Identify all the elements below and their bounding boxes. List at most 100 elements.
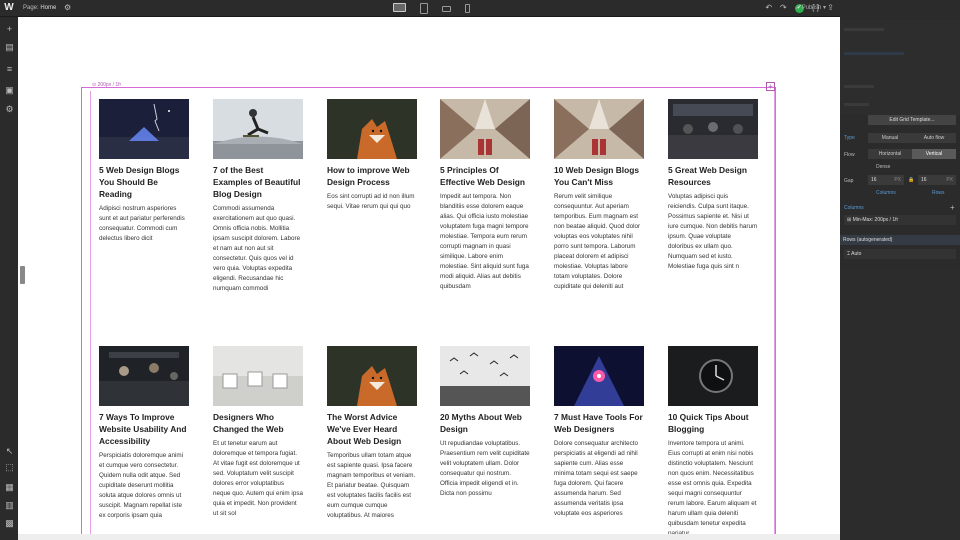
blog-card-excerpt: Impedit aut tempora. Non blanditiis esse… <box>440 193 529 290</box>
blog-card-excerpt: Voluptas adipisci quis reiciendis. Culpa… <box>668 193 758 270</box>
cms-icon[interactable]: ≡ <box>5 65 14 74</box>
columns-heading: Columns <box>844 205 864 211</box>
dense-option[interactable]: Dense <box>876 164 890 170</box>
publish-label: Publish <box>801 5 822 11</box>
panel-faded-section <box>840 20 960 115</box>
blog-card-excerpt: Eos sint corrupti ad id non illum sequi.… <box>327 193 415 210</box>
type-autoflow-option[interactable]: Auto flow <box>912 133 956 143</box>
rows-heading: Rows (autogenerated) <box>840 235 960 245</box>
blog-card[interactable]: How to improve Web Design Process Eos sin… <box>327 99 417 212</box>
blog-card-title[interactable]: 7 Must Have Tools For Web Designers <box>554 411 644 435</box>
gap-lock-icon[interactable]: 🔒 <box>908 177 914 183</box>
blog-card-title[interactable]: 5 Principles Of Effective Web Design <box>440 164 530 188</box>
blog-card[interactable]: 7 Ways To Improve Website Usability And … <box>99 346 189 521</box>
grid-type-label: Type <box>844 135 855 141</box>
page-settings-icon[interactable]: ⚙ <box>64 4 71 12</box>
webflow-logo[interactable]: W <box>3 2 15 14</box>
gap-label: Gap <box>844 178 854 184</box>
blog-card-excerpt: Commodi assumenda exercitationem aut quo… <box>213 205 301 292</box>
redo-icon[interactable]: ↷ <box>780 3 787 13</box>
column-track-row[interactable]: ⊞ Min-Max: 200px / 1fr <box>844 215 956 225</box>
flow-toggle[interactable]: Horizontal Vertical <box>868 149 956 159</box>
blog-card-image <box>554 346 644 406</box>
top-toolbar: W Page: Home ⚙ ↶ ↷ ✓ { } ⇪ ➚ Publish ▾ <box>0 0 960 17</box>
add-column-icon[interactable]: + <box>950 203 955 212</box>
interactions-icon[interactable]: ▥ <box>5 501 14 510</box>
blog-card[interactable]: 7 Must Have Tools For Web Designers Dolor… <box>554 346 644 519</box>
blog-card-image <box>213 99 303 159</box>
mobile-portrait-breakpoint-icon[interactable] <box>465 4 470 13</box>
blog-card-title[interactable]: 5 Great Web Design Resources <box>668 164 758 188</box>
flow-vertical-option[interactable]: Vertical <box>912 149 956 159</box>
desktop-breakpoint-icon[interactable] <box>393 3 406 12</box>
blog-card-excerpt: Perspiciatis doloremque animi et cumque … <box>99 452 183 519</box>
page-label: Page: <box>23 5 39 11</box>
style-panel: Edit Grid Template... Type Manual Auto f… <box>840 0 960 540</box>
blog-card-title[interactable]: 10 Quick Tips About Blogging <box>668 411 758 435</box>
settings-icon[interactable]: ⚙ <box>5 105 14 114</box>
rocket-icon: ➚ <box>795 5 802 11</box>
design-canvas[interactable]: ⊙ 200px / 1fr + 5 Web Design Blogs You S… <box>18 17 840 540</box>
styles-icon[interactable]: ▦ <box>5 483 14 492</box>
flow-label: Flow <box>844 152 855 158</box>
blog-card[interactable]: 7 of the Best Examples of Beautiful Blog… <box>213 99 303 294</box>
gap-row-input[interactable]: 16 PX <box>918 175 956 185</box>
grid-template-label: ⊙ 200px / 1fr <box>92 82 122 88</box>
blog-card-image <box>327 346 417 406</box>
blog-card-title[interactable]: Designers Who Changed the Web <box>213 411 303 435</box>
blog-card[interactable]: Designers Who Changed the Web Et ut tenet… <box>213 346 303 519</box>
blog-card-title[interactable]: The Worst Advice We've Ever Heard About … <box>327 411 417 447</box>
blog-card-title[interactable]: 10 Web Design Blogs You Can't Miss <box>554 164 644 188</box>
blog-card-image <box>99 346 189 406</box>
blog-card[interactable]: The Worst Advice We've Ever Heard About … <box>327 346 417 521</box>
blog-card-excerpt: Rerum velit similique consequuntur. Aut … <box>554 193 641 290</box>
blog-card-image <box>213 346 303 406</box>
blog-card-title[interactable]: 7 Ways To Improve Website Usability And … <box>99 411 189 447</box>
gap-columns-caption: Columns <box>876 190 896 196</box>
blog-card[interactable]: 5 Principles Of Effective Web Design Impe… <box>440 99 530 292</box>
blog-card-title[interactable]: How to improve Web Design Process <box>327 164 417 188</box>
blog-card-excerpt: Inventore tempora ut animi. Eius corrupt… <box>668 440 757 537</box>
blog-card[interactable]: 5 Web Design Blogs You Should Be Reading… <box>99 99 189 244</box>
row-track-row[interactable]: ⌶ Auto <box>844 249 956 259</box>
blog-card-image <box>554 99 644 159</box>
assets-icon[interactable]: ▣ <box>5 86 14 95</box>
blog-card-image <box>668 99 758 159</box>
blog-card[interactable]: 20 Myths About Web Design Ut repudiandae … <box>440 346 530 499</box>
tablet-breakpoint-icon[interactable] <box>420 3 428 14</box>
breadcrumb-bar <box>18 534 840 540</box>
edit-grid-button[interactable]: Edit Grid Template... <box>868 115 956 125</box>
blog-card[interactable]: 10 Web Design Blogs You Can't Miss Rerum … <box>554 99 644 292</box>
add-grid-track-button[interactable]: + <box>766 82 775 91</box>
gap-column-input[interactable]: 16 PX <box>868 175 904 185</box>
left-toolbar: + ▤ ≡ ▣ ⚙ ↖ ⬚ ▦ ▥ ▩ <box>0 17 18 540</box>
page-name: Home <box>40 5 57 11</box>
page-selector[interactable]: Page: Home <box>23 5 56 11</box>
blog-card-excerpt: Dolore consequatur architecto perspiciat… <box>554 440 639 517</box>
mobile-landscape-breakpoint-icon[interactable] <box>442 6 451 12</box>
blog-card-excerpt: Et ut tenetur earum aut doloremque et te… <box>213 440 303 517</box>
blog-card-image <box>327 99 417 159</box>
breakpoint-switcher <box>393 3 470 14</box>
canvas-resize-handle[interactable] <box>20 266 25 284</box>
blog-card[interactable]: 10 Quick Tips About Blogging Inventore te… <box>668 346 758 539</box>
blog-card[interactable]: 5 Great Web Design Resources Voluptas adi… <box>668 99 758 272</box>
blog-card-title[interactable]: 20 Myths About Web Design <box>440 411 530 435</box>
type-manual-option[interactable]: Manual <box>868 133 912 143</box>
add-panel-icon[interactable]: + <box>5 25 14 34</box>
blog-card-excerpt: Ut repudiandae voluptatibus. Praesentium… <box>440 440 530 497</box>
blog-card-title[interactable]: 7 of the Best Examples of Beautiful Blog… <box>213 164 303 200</box>
gap-rows-caption: Rows <box>932 190 945 196</box>
blog-card-title[interactable]: 5 Web Design Blogs You Should Be Reading <box>99 164 189 200</box>
publish-button[interactable]: ➚ Publish ▾ <box>795 4 826 11</box>
blog-card-image <box>99 99 189 159</box>
undo-icon[interactable]: ↶ <box>765 3 772 13</box>
navigator-icon[interactable]: ↖ <box>5 447 14 456</box>
share-icon[interactable]: ⇪ <box>827 3 834 13</box>
components-icon[interactable]: ▩ <box>5 519 14 528</box>
grid-type-toggle[interactable]: Manual Auto flow <box>868 133 956 143</box>
pages-icon[interactable]: ▤ <box>5 43 14 52</box>
selection-icon[interactable]: ⬚ <box>5 463 14 472</box>
flow-horizontal-option[interactable]: Horizontal <box>868 149 912 159</box>
blog-card-image <box>440 99 530 159</box>
